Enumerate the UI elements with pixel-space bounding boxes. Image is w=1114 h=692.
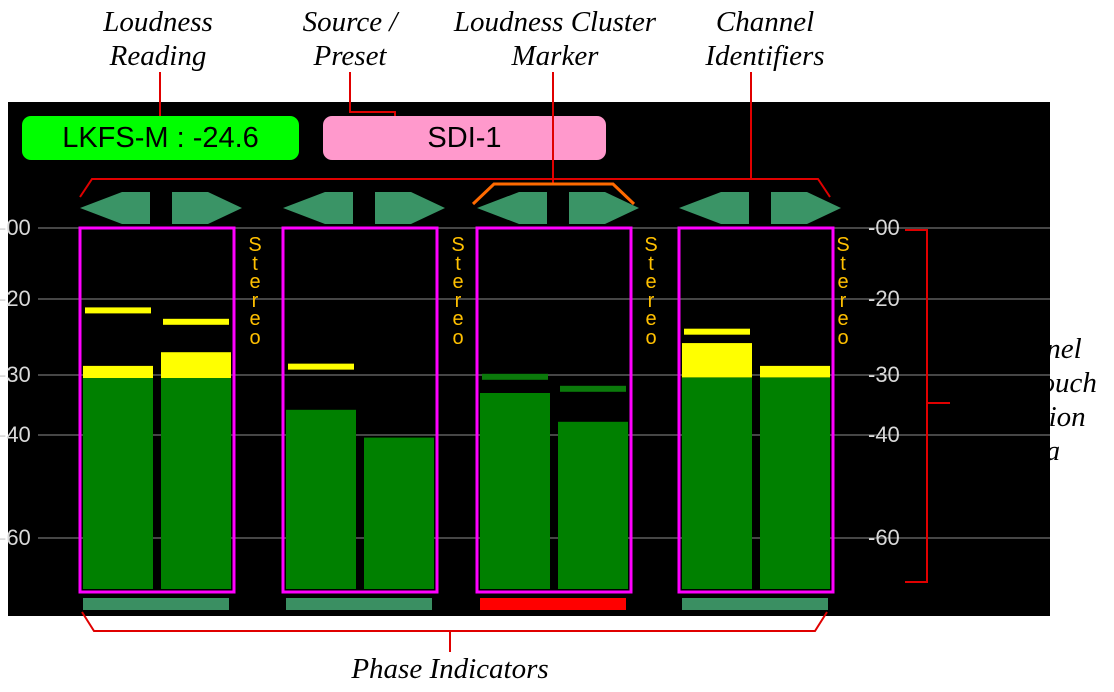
- peak-hold-ch5: [482, 373, 548, 380]
- level-bar-ch2: [161, 378, 231, 589]
- peak-hold-ch2: [163, 318, 229, 325]
- peak-hold-ch3: [288, 363, 354, 370]
- channel-id-arrow-1: [80, 192, 150, 224]
- high-level-segment-ch8: [760, 365, 830, 378]
- scale-label-right: -30: [868, 362, 900, 387]
- stereo-mode-label: S t e r e o: [644, 234, 658, 349]
- channel-id-arrow-4: [375, 192, 445, 224]
- scale-label-left: -30: [0, 362, 31, 387]
- channel-id-arrow-2: [172, 192, 242, 224]
- channel-id-arrow-5: [477, 192, 547, 224]
- phase-indicator-3: [480, 598, 626, 610]
- scale-label-left: -00: [0, 215, 31, 240]
- peak-hold-ch6: [560, 385, 626, 392]
- scale-label-left: -20: [0, 286, 31, 311]
- level-bar-ch5: [480, 393, 550, 589]
- scale-label-left: -40: [0, 422, 31, 447]
- stereo-mode-label: S t e r e o: [451, 234, 465, 349]
- scale-label-left: -60: [0, 525, 31, 550]
- channel-id-arrow-3: [283, 192, 353, 224]
- level-bar-ch7: [682, 377, 752, 589]
- high-level-segment-ch7: [682, 343, 752, 378]
- stereo-mode-label: S t e r e o: [836, 234, 850, 349]
- channel-id-arrow-8: [771, 192, 841, 224]
- source-preset-leader: [349, 72, 396, 116]
- high-level-segment-ch1: [83, 365, 153, 378]
- channel-id-arrow-7: [679, 192, 749, 224]
- high-level-segment-ch2: [161, 352, 231, 378]
- level-bar-ch6: [558, 421, 628, 589]
- level-bar-ch1: [83, 378, 153, 589]
- peak-hold-ch7: [684, 328, 750, 335]
- peak-hold-ch1: [85, 307, 151, 314]
- scale-label-right: -60: [868, 525, 900, 550]
- touch-area-bracket: [905, 229, 928, 583]
- level-bar-ch4: [364, 437, 434, 589]
- meter-graphics: [38, 72, 1050, 652]
- phase-indicator-1: [83, 598, 229, 610]
- scale-label-right: -20: [868, 286, 900, 311]
- stereo-mode-label: S t e r e o: [248, 234, 262, 349]
- scale-label-right: -00: [868, 215, 900, 240]
- phase-indicators-bracket: [81, 611, 828, 632]
- phase-indicator-4: [682, 598, 828, 610]
- scale-label-right: -40: [868, 422, 900, 447]
- level-bar-ch8: [760, 377, 830, 589]
- level-bar-ch3: [286, 409, 356, 589]
- phase-indicator-2: [286, 598, 432, 610]
